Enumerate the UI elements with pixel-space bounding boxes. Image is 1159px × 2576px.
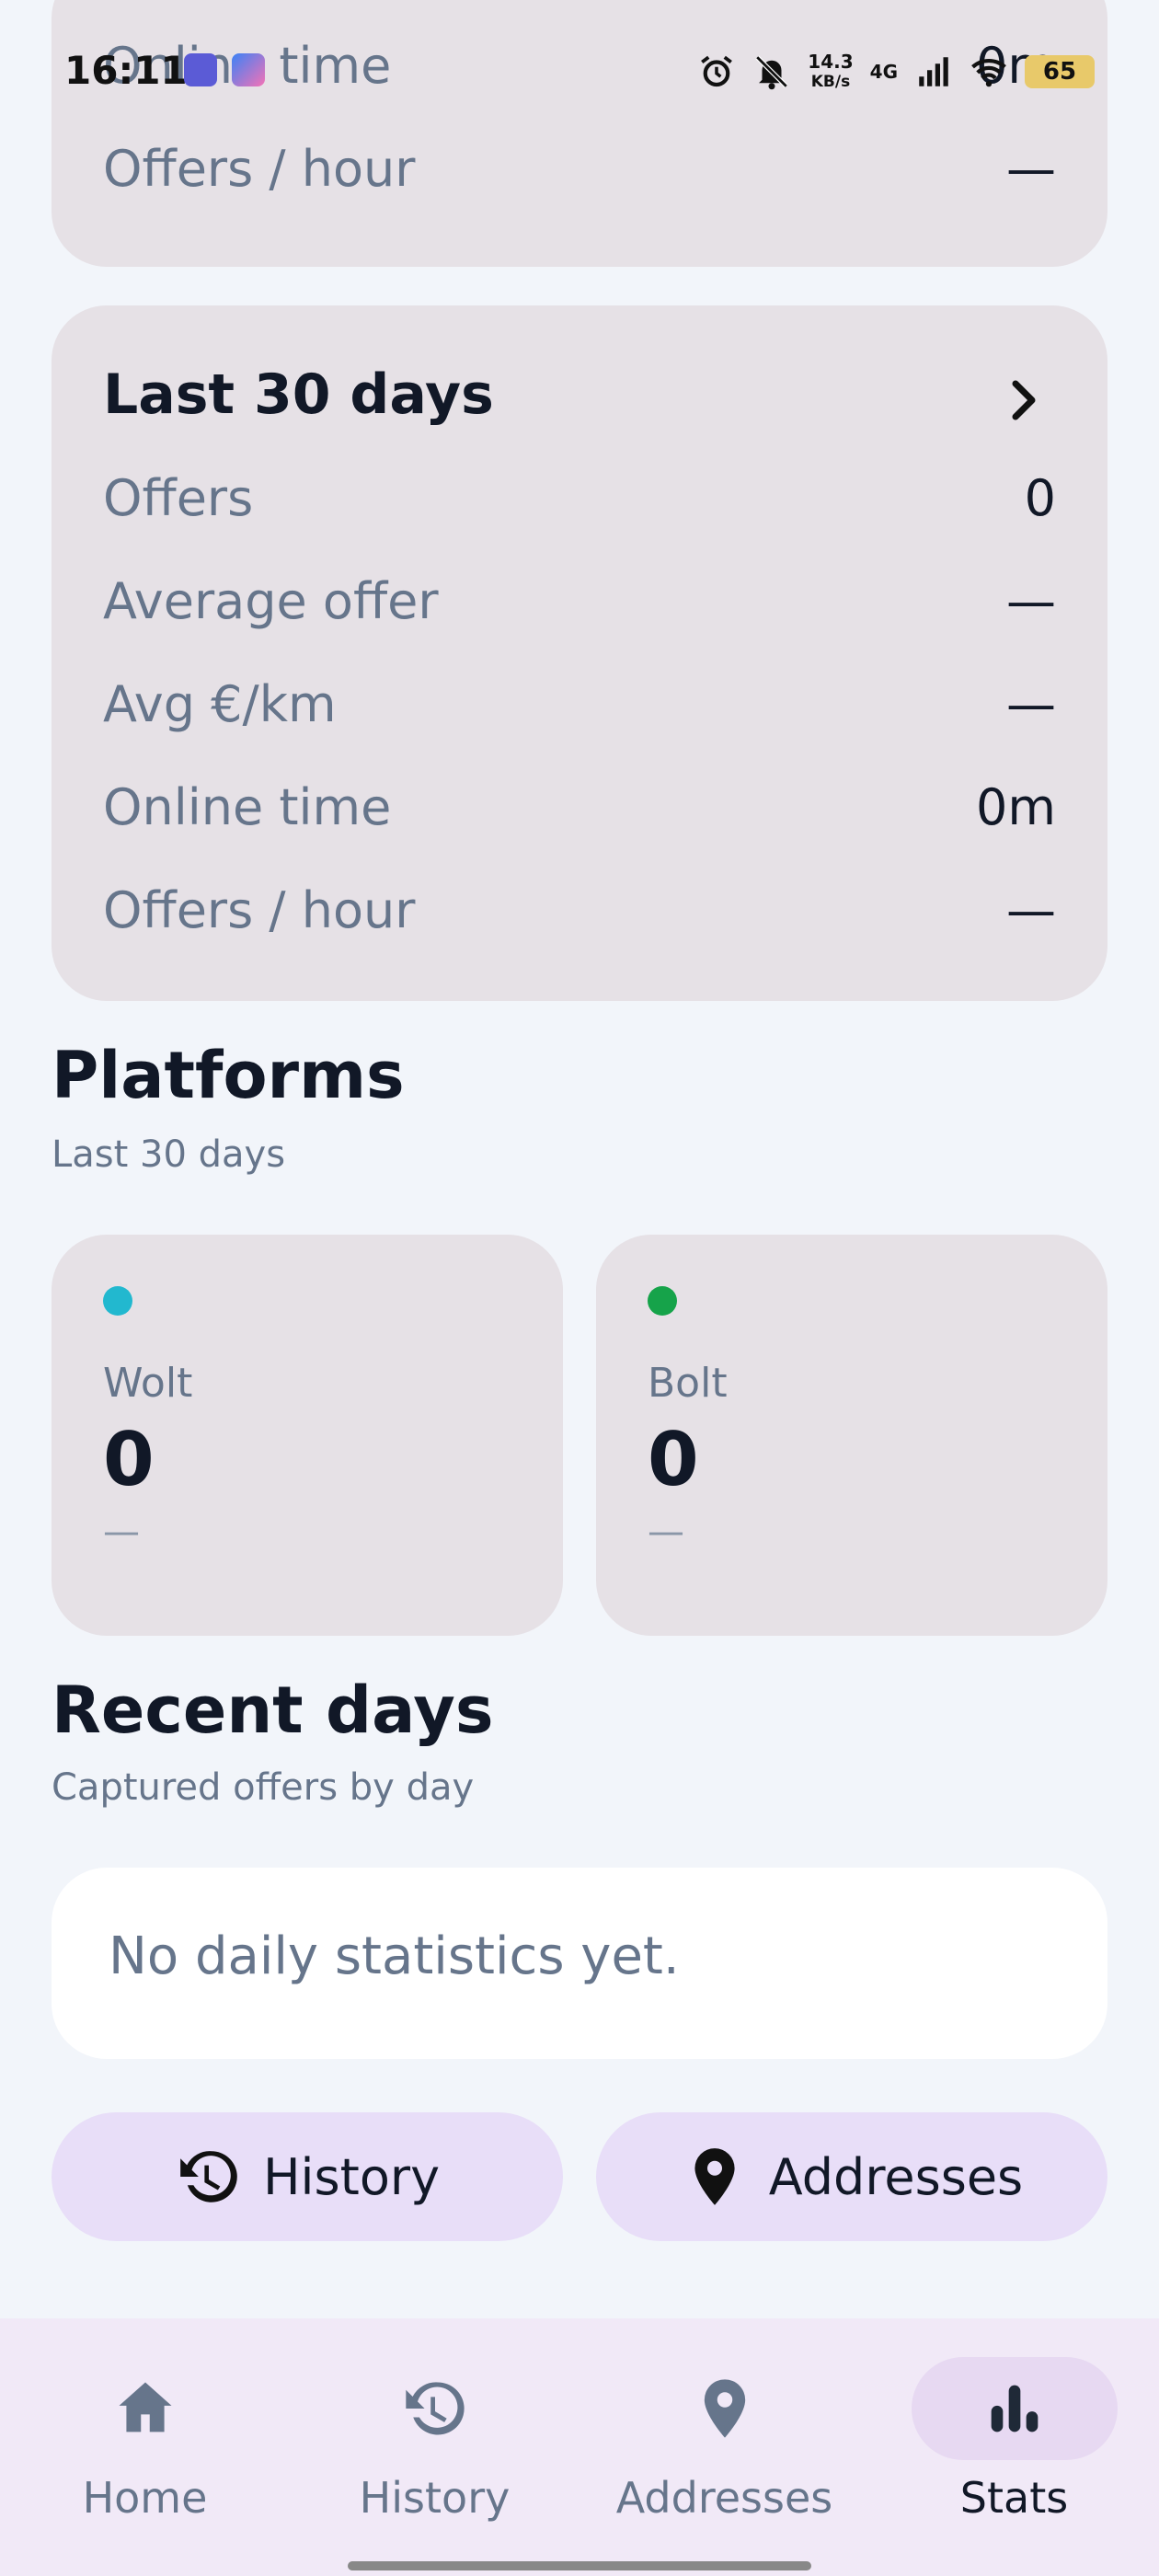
net-speed: 14.3 KB/s	[808, 52, 853, 92]
bottom-navigation: Home History Addresses Stats	[0, 2318, 1159, 2576]
location-pin-icon	[704, 2379, 745, 2438]
nav-icon-container	[911, 2357, 1118, 2460]
stat-row-offers-per-hour: Offers / hour —	[103, 140, 1056, 198]
history-button-label: History	[262, 2147, 441, 2206]
stat-value: —	[1006, 140, 1056, 198]
stat-label: Online time	[103, 778, 392, 836]
stat-row-avg-eur-per-km: Avg €/km —	[103, 675, 1056, 733]
stat-value: —	[1006, 572, 1056, 630]
nav-label: Addresses	[615, 2473, 833, 2523]
history-icon	[405, 2382, 465, 2435]
last-30-days-card[interactable]: Last 30 days Offers 0 Average offer — Av…	[52, 305, 1107, 1001]
nav-item-history[interactable]: History	[290, 2318, 580, 2576]
stat-row-average-offer: Average offer —	[103, 572, 1056, 630]
platform-count: 0	[103, 1417, 155, 1502]
status-bar: 16:11 14.3 KB/s 4G 65	[0, 0, 1159, 138]
stat-label: Offers / hour	[103, 881, 416, 939]
nav-icon-container	[622, 2357, 828, 2460]
stat-row-offers: Offers 0	[103, 469, 1056, 527]
nav-item-home[interactable]: Home	[0, 2318, 290, 2576]
stat-value: 0m	[976, 778, 1056, 836]
nav-icon-container	[42, 2357, 248, 2460]
platform-name: Bolt	[648, 1360, 728, 1407]
addresses-button-label: Addresses	[768, 2147, 1024, 2206]
gesture-navigation-bar[interactable]	[348, 2561, 811, 2570]
platform-color-dot	[648, 1286, 677, 1316]
battery-indicator: 65	[1025, 55, 1095, 88]
recent-days-title: Recent days	[52, 1673, 494, 1748]
platforms-subtitle: Last 30 days	[52, 1133, 286, 1176]
platform-color-dot	[103, 1286, 132, 1316]
addresses-button[interactable]: Addresses	[596, 2112, 1107, 2241]
nav-label: Stats	[959, 2473, 1069, 2523]
stat-label: Average offer	[103, 572, 439, 630]
stat-value: 0	[1024, 469, 1056, 527]
platform-card-wolt[interactable]: Wolt 0 —	[52, 1235, 563, 1636]
history-button[interactable]: History	[52, 2112, 563, 2241]
platforms-title: Platforms	[52, 1038, 405, 1113]
signal-icon	[919, 57, 948, 86]
recent-days-subtitle: Captured offers by day	[52, 1766, 475, 1809]
history-icon	[180, 2151, 237, 2202]
status-time: 16:11	[64, 48, 188, 93]
chevron-right-icon[interactable]	[1006, 377, 1043, 423]
bar-chart-icon	[991, 2385, 1038, 2432]
empty-state-card: No daily statistics yet.	[52, 1868, 1107, 2059]
stat-label: Offers	[103, 469, 254, 527]
stat-label: Avg €/km	[103, 675, 337, 733]
nav-label: History	[359, 2473, 511, 2523]
net-speed-value: 14.3	[808, 51, 854, 73]
nav-item-addresses[interactable]: Addresses	[580, 2318, 869, 2576]
nav-icon-container	[332, 2357, 538, 2460]
stat-value: —	[1006, 881, 1056, 939]
stat-label: Offers / hour	[103, 140, 416, 198]
stat-row-offers-per-hour: Offers / hour —	[103, 881, 1056, 939]
muted-bell-icon	[755, 55, 788, 90]
platform-count: 0	[648, 1417, 699, 1502]
wifi-icon	[971, 59, 1006, 87]
platform-subvalue: —	[648, 1511, 684, 1553]
platform-name: Wolt	[103, 1360, 193, 1407]
card-title: Last 30 days	[103, 362, 494, 427]
stat-row-online-time: Online time 0m	[103, 778, 1056, 836]
platform-subvalue: —	[103, 1511, 140, 1553]
network-type: 4G	[869, 61, 898, 83]
status-icons: 14.3 KB/s 4G 65	[697, 44, 1095, 99]
location-pin-icon	[694, 2148, 735, 2205]
nav-label: Home	[82, 2473, 208, 2523]
platform-card-bolt[interactable]: Bolt 0 —	[596, 1235, 1107, 1636]
home-icon	[119, 2382, 171, 2432]
alarm-icon	[701, 55, 733, 87]
stat-value: —	[1006, 675, 1056, 733]
battery-level: 65	[1042, 58, 1077, 86]
net-speed-unit: KB/s	[810, 73, 851, 91]
nav-item-stats[interactable]: Stats	[869, 2318, 1159, 2576]
empty-state-text: No daily statistics yet.	[109, 1926, 680, 1986]
app-notification-icon	[184, 53, 217, 86]
app-notification-icon	[232, 53, 265, 86]
